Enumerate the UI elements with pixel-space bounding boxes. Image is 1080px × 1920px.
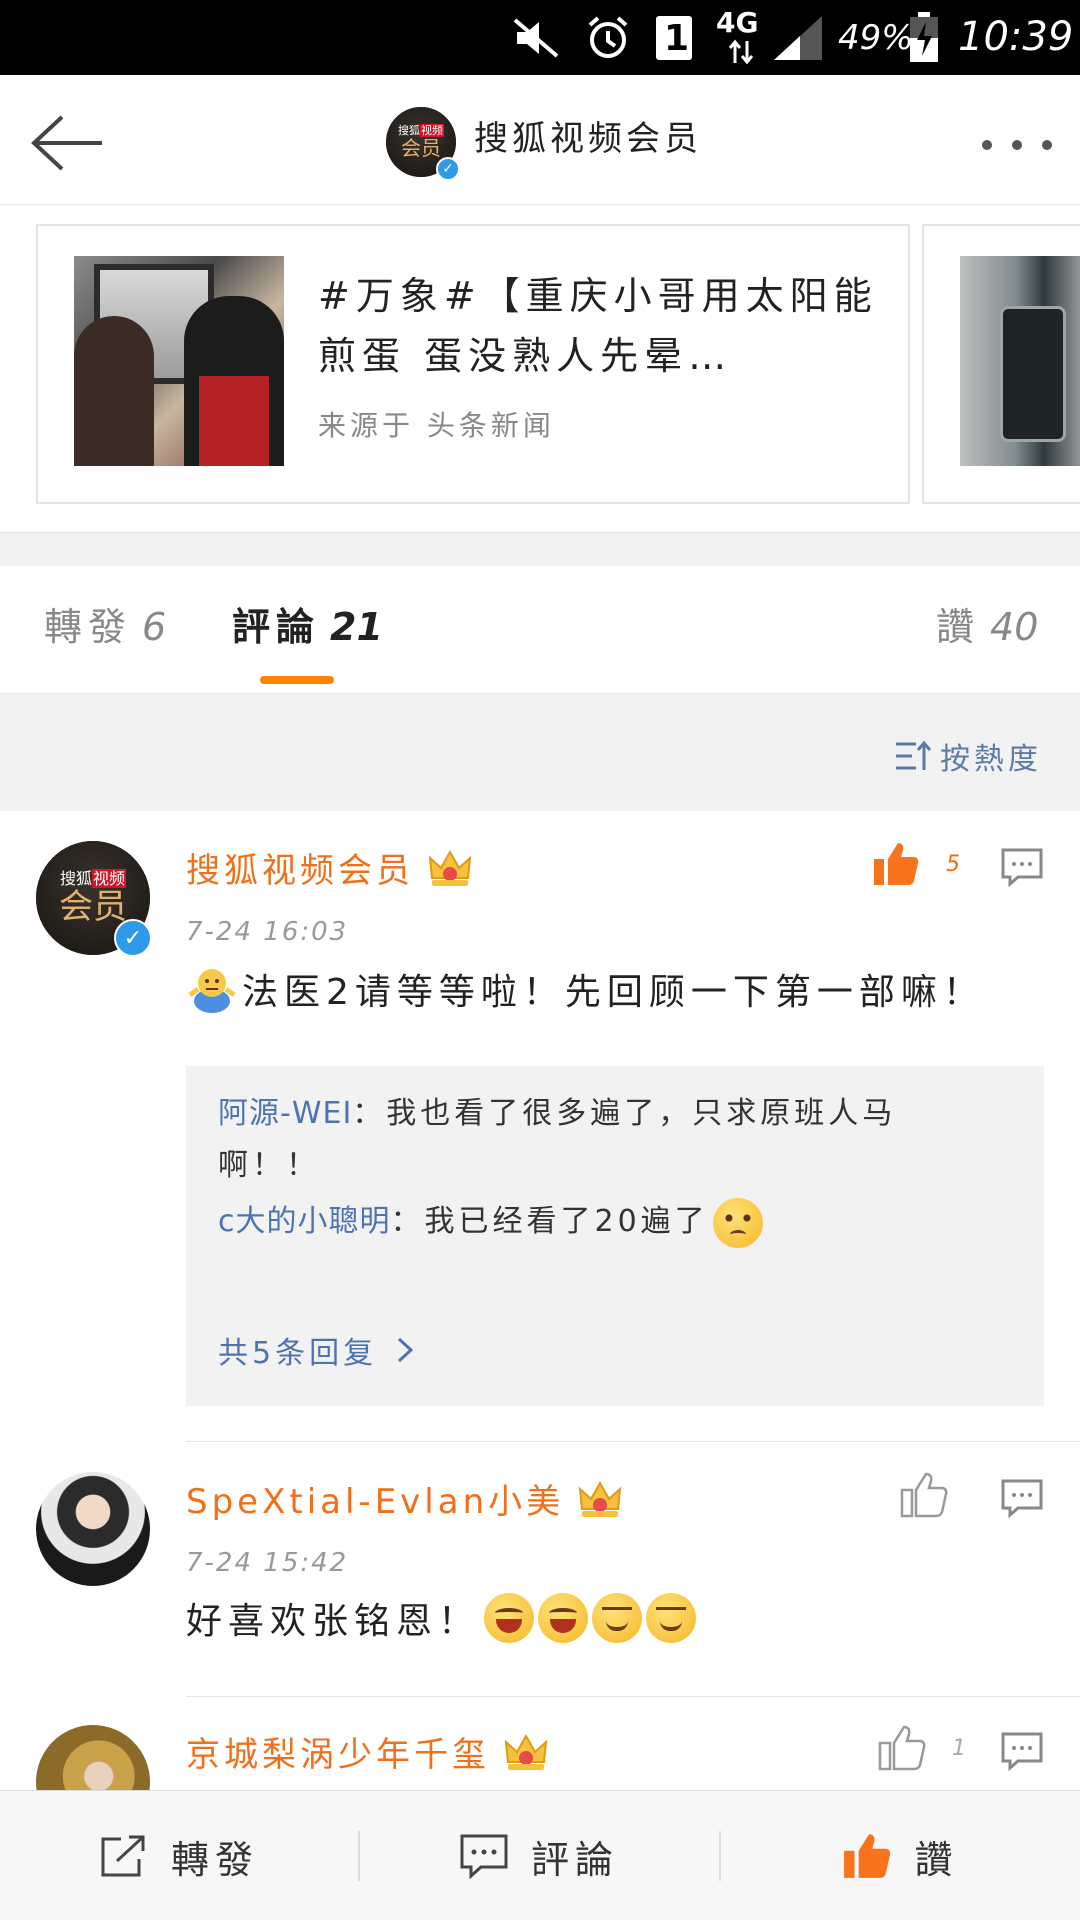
sort-icon — [896, 740, 932, 770]
sort-by-hot-button[interactable]: 按熱度 — [894, 734, 1042, 778]
vip-crown-icon — [504, 1733, 548, 1770]
comment-like-count: 1 — [952, 1735, 966, 1761]
tab-likes-count: 40 — [990, 605, 1039, 649]
comment-list: 搜狐视频 会员 ✓ 搜狐视频会员 7-24 16:03 5 法医2请等等啦！先回… — [0, 811, 1080, 1790]
reply-text: ：我已经看了20遍了 — [390, 1204, 709, 1239]
sim-slot-number: 1 — [664, 18, 690, 59]
sad-emoji-icon — [712, 1197, 763, 1248]
status-bar: 1 4G 49% 10:39 — [0, 0, 1080, 75]
more-dot-icon — [1042, 140, 1052, 150]
vip-crown-icon — [578, 1480, 622, 1517]
chevron-right-icon — [398, 1337, 414, 1363]
active-tab-indicator — [260, 676, 334, 684]
battery-percent: 49% — [838, 18, 914, 58]
back-button[interactable] — [26, 111, 106, 175]
network-type: 4G — [716, 6, 759, 39]
sort-label: 按熱度 — [940, 742, 1042, 777]
shared-news-strip: #万象#【重庆小哥用太阳能煎蛋 蛋没熟人先晕… 来源于 头条新闻 — [0, 205, 1080, 532]
news-source: 来源于 头条新闻 — [318, 409, 555, 442]
data-arrows-icon — [724, 38, 758, 66]
bottom-toolbar: 轉發 評論 讚 — [0, 1790, 1080, 1920]
comment-icon — [460, 1834, 508, 1879]
repost-button[interactable]: 轉發 — [0, 1791, 358, 1920]
alarm-icon — [580, 10, 636, 66]
vip-crown-icon — [428, 849, 472, 886]
more-dot-icon — [982, 140, 992, 150]
comment-item: SpeXtial-Evlan小美 7-24 15:42 好喜欢张铭恩！ — [0, 1442, 1080, 1702]
more-options-button[interactable] — [982, 135, 1052, 155]
news-thumbnail — [74, 256, 284, 466]
smirk-emoji-icon — [592, 1593, 643, 1643]
sort-bar: 按熱度 — [0, 694, 1080, 811]
like-button[interactable]: 讚 — [721, 1791, 1080, 1920]
clock: 10:39 — [958, 14, 1074, 60]
commenter-avatar[interactable] — [36, 1725, 150, 1790]
share-icon — [101, 1835, 145, 1877]
shrug-emoji-icon — [188, 969, 236, 1013]
laugh-emoji-icon — [484, 1593, 535, 1643]
view-all-replies-link[interactable]: 共5条回复 — [218, 1328, 417, 1372]
comment-like-button[interactable] — [900, 1472, 948, 1518]
comment-like-count: 5 — [946, 851, 960, 877]
interaction-tabs: 轉發 6 評論 21 讚 40 — [0, 566, 1080, 694]
back-arrow-icon — [31, 115, 102, 171]
tab-repost-label: 轉發 — [44, 605, 133, 649]
comment-text: 好喜欢张铭恩！ — [186, 1592, 697, 1644]
reply-user[interactable]: c大的小聰明 — [218, 1204, 391, 1239]
tab-likes[interactable]: 讚 40 — [936, 596, 1038, 651]
comment-like-button[interactable]: 5 — [872, 841, 960, 887]
comment-item: 搜狐视频 会员 ✓ 搜狐视频会员 7-24 16:03 5 法医2请等等啦！先回… — [0, 811, 1080, 1442]
reply-item: c大的小聰明：我已经看了20遍了 — [218, 1196, 998, 1248]
commenter-name[interactable]: 京城梨涡少年千玺 — [186, 1727, 548, 1776]
avatar-text: 会员 — [401, 136, 441, 160]
reply-icon[interactable] — [1000, 1478, 1044, 1518]
news-title: #万象#【重庆小哥用太阳能煎蛋 蛋没熟人先晕… — [318, 274, 878, 378]
commenter-name[interactable]: 搜狐视频会员 — [186, 843, 472, 892]
verified-icon: ✓ — [436, 157, 460, 181]
smirk-emoji-icon — [646, 1593, 697, 1643]
comment-item: 京城梨涡少年千玺 1 — [0, 1697, 1080, 1790]
mute-icon — [508, 10, 564, 66]
signal-icon — [770, 10, 826, 66]
commenter-name[interactable]: SpeXtial-Evlan小美 — [186, 1474, 622, 1523]
thumbs-up-icon — [900, 1472, 948, 1518]
battery-icon — [904, 10, 944, 66]
comment-text: 法医2请等等啦！先回顾一下第一部嘛！ — [186, 963, 985, 1015]
section-divider — [0, 532, 1080, 566]
more-dot-icon — [1012, 140, 1022, 150]
tab-repost[interactable]: 轉發 6 — [44, 596, 166, 651]
reply-item: 阿源-WEI：我也看了很多遍了，只求原班人马啊！！ — [218, 1088, 998, 1192]
comment-time: 7-24 16:03 — [186, 917, 349, 947]
comment-time: 7-24 15:42 — [186, 1548, 349, 1578]
top-nav: 搜狐视频 会员 ✓ 搜狐视频会员 — [0, 75, 1080, 205]
header-avatar[interactable]: 搜狐视频 会员 ✓ — [386, 107, 460, 181]
tab-repost-count: 6 — [142, 605, 167, 649]
commenter-avatar[interactable]: 搜狐视频 会员 ✓ — [36, 841, 152, 957]
commenter-avatar[interactable] — [36, 1472, 150, 1586]
laugh-emoji-icon — [538, 1593, 589, 1643]
reply-user[interactable]: 阿源-WEI — [218, 1096, 352, 1131]
tab-comments[interactable]: 評論 21 — [232, 596, 383, 651]
verified-icon: ✓ — [114, 919, 152, 957]
tab-comments-count: 21 — [330, 605, 383, 649]
page-title[interactable]: 搜狐视频会员 — [474, 111, 702, 160]
thumbs-up-filled-icon — [874, 843, 919, 885]
comment-button[interactable]: 評論 — [360, 1791, 718, 1920]
next-news-thumbnail — [960, 256, 1080, 466]
tab-likes-label: 讚 — [936, 605, 981, 649]
news-card[interactable]: #万象#【重庆小哥用太阳能煎蛋 蛋没熟人先晕… 来源于 头条新闻 — [36, 224, 910, 504]
next-news-card[interactable] — [922, 224, 1080, 504]
thumbs-up-filled-icon — [844, 1834, 891, 1878]
comment-like-button[interactable]: 1 — [878, 1725, 966, 1771]
reply-icon[interactable] — [1000, 847, 1044, 887]
tab-comments-label: 評論 — [232, 605, 321, 649]
thumbs-up-icon — [878, 1725, 926, 1771]
reply-icon[interactable] — [1000, 1731, 1044, 1771]
reply-preview[interactable]: 阿源-WEI：我也看了很多遍了，只求原班人马啊！！ c大的小聰明：我已经看了20… — [186, 1066, 1044, 1406]
